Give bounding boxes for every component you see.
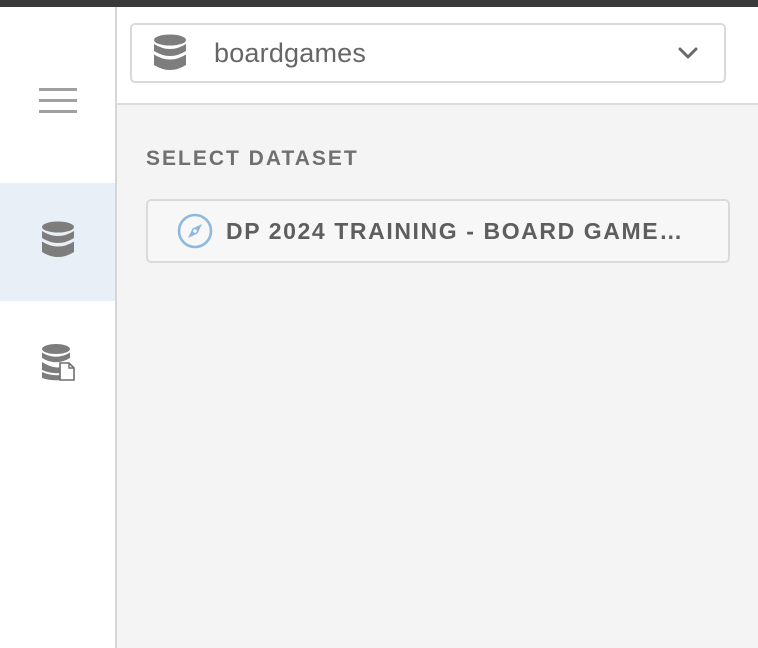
top-strip: [0, 0, 758, 7]
dataset-list-item[interactable]: DP 2024 TRAINING - BOARD GAMES ...: [146, 199, 730, 263]
dataset-label: DP 2024 TRAINING - BOARD GAMES ...: [226, 217, 696, 244]
compass-icon: [176, 212, 214, 250]
sidebar-item-datasets[interactable]: [0, 183, 115, 301]
dataset-panel: SELECT DATASET DP 2024 TRAINING - BOARD …: [117, 105, 758, 648]
chevron-down-icon[interactable]: [676, 41, 700, 65]
database-icon: [152, 34, 188, 72]
section-title: SELECT DATASET: [146, 147, 359, 170]
dataset-select-dropdown[interactable]: boardgames: [130, 23, 726, 83]
hamburger-menu-icon: [38, 87, 77, 120]
sidebar: [0, 7, 117, 648]
sidebar-menu-button[interactable]: [0, 44, 115, 162]
sidebar-item-data-files[interactable]: [0, 305, 115, 423]
header-bar: boardgames: [117, 7, 758, 105]
database-file-icon: [41, 343, 75, 386]
database-icon: [41, 221, 75, 264]
dataset-select-value: boardgames: [214, 37, 367, 68]
